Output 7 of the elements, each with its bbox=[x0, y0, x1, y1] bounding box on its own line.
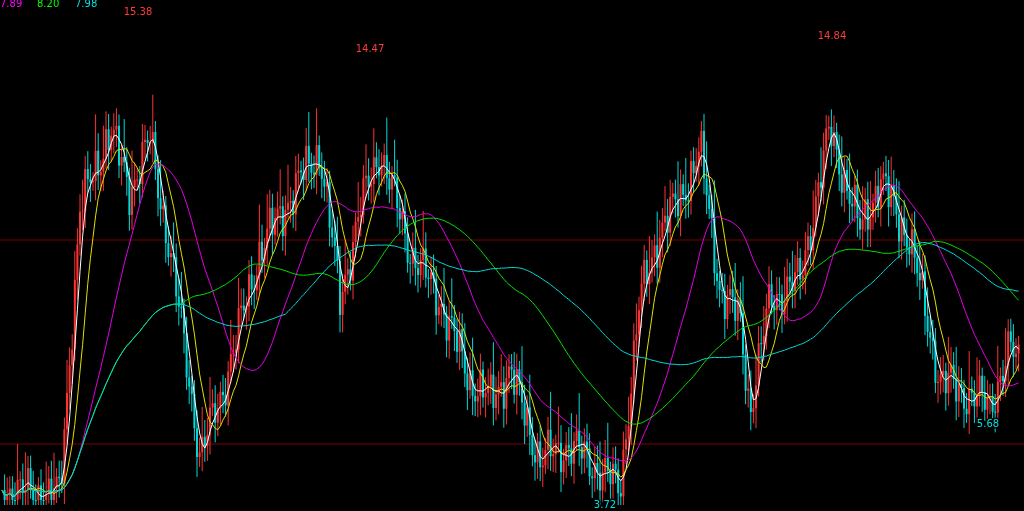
price-label: 14.84 bbox=[817, 30, 847, 41]
price-label: 15.38 bbox=[123, 6, 153, 17]
price-label: 3.72 bbox=[593, 499, 617, 510]
indicator-value: 7.98 bbox=[75, 0, 98, 9]
indicator-value: 8.20 bbox=[37, 0, 60, 9]
price-label: 14.47 bbox=[355, 43, 385, 54]
indicator-value: 7.89 bbox=[0, 0, 23, 9]
